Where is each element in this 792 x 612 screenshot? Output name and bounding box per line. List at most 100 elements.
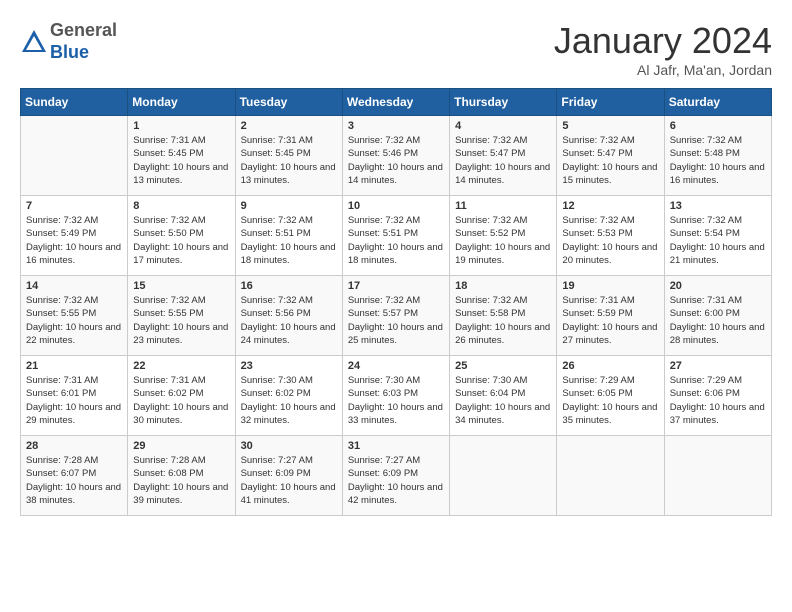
calendar-cell: 4 Sunrise: 7:32 AMSunset: 5:47 PMDaylight… [450,116,557,196]
day-info: Sunrise: 7:28 AMSunset: 6:08 PMDaylight:… [133,454,229,507]
calendar-cell: 7 Sunrise: 7:32 AMSunset: 5:49 PMDaylight… [21,196,128,276]
day-info: Sunrise: 7:31 AMSunset: 5:45 PMDaylight:… [133,134,229,187]
calendar-week-row: 14Sunrise: 7:32 AMSunset: 5:55 PMDayligh… [21,276,772,356]
calendar-week-row: 28 Sunrise: 7:28 AMSunset: 6:07 PMDayligh… [21,436,772,516]
weekday-header: Friday [557,89,664,116]
day-info: Sunrise: 7:32 AMSunset: 5:57 PMDaylight:… [348,294,444,347]
day-number: 30 [241,440,337,452]
calendar-cell [21,116,128,196]
logo: General Blue [20,20,117,63]
calendar-cell: 23 Sunrise: 7:30 AMSunset: 6:02 PMDayligh… [235,356,342,436]
day-info: Sunrise: 7:30 AMSunset: 6:03 PMDaylight:… [348,374,444,427]
logo-icon [20,28,48,56]
calendar-cell: 17 Sunrise: 7:32 AMSunset: 5:57 PMDayligh… [342,276,449,356]
day-number: 15 [133,280,229,292]
calendar-cell: 21Sunrise: 7:31 AMSunset: 6:01 PMDayligh… [21,356,128,436]
day-info: Sunrise: 7:27 AMSunset: 6:09 PMDaylight:… [241,454,337,507]
weekday-row: SundayMondayTuesdayWednesdayThursdayFrid… [21,89,772,116]
day-number: 4 [455,120,551,132]
calendar-table: SundayMondayTuesdayWednesdayThursdayFrid… [20,88,772,516]
calendar-header: SundayMondayTuesdayWednesdayThursdayFrid… [21,89,772,116]
calendar-cell: 12 Sunrise: 7:32 AMSunset: 5:53 PMDayligh… [557,196,664,276]
day-number: 12 [562,200,658,212]
calendar-cell: 26 Sunrise: 7:29 AMSunset: 6:05 PMDayligh… [557,356,664,436]
calendar-cell: 27 Sunrise: 7:29 AMSunset: 6:06 PMDayligh… [664,356,771,436]
calendar-cell [557,436,664,516]
calendar-cell: 1 Sunrise: 7:31 AMSunset: 5:45 PMDaylight… [128,116,235,196]
day-info: Sunrise: 7:32 AMSunset: 5:47 PMDaylight:… [455,134,551,187]
weekday-header: Tuesday [235,89,342,116]
title-block: January 2024 Al Jafr, Ma'an, Jordan [554,20,772,78]
day-info: Sunrise: 7:32 AMSunset: 5:52 PMDaylight:… [455,214,551,267]
weekday-header: Monday [128,89,235,116]
calendar-cell: 15 Sunrise: 7:32 AMSunset: 5:55 PMDayligh… [128,276,235,356]
day-info: Sunrise: 7:29 AMSunset: 6:06 PMDaylight:… [670,374,766,427]
day-info: Sunrise: 7:32 AMSunset: 5:54 PMDaylight:… [670,214,766,267]
weekday-header: Saturday [664,89,771,116]
calendar-cell: 24 Sunrise: 7:30 AMSunset: 6:03 PMDayligh… [342,356,449,436]
calendar-cell: 16 Sunrise: 7:32 AMSunset: 5:56 PMDayligh… [235,276,342,356]
day-number: 24 [348,360,444,372]
day-number: 26 [562,360,658,372]
calendar-cell: 29Sunrise: 7:28 AMSunset: 6:08 PMDayligh… [128,436,235,516]
day-info: Sunrise: 7:30 AMSunset: 6:04 PMDaylight:… [455,374,551,427]
day-info: Sunrise: 7:32 AMSunset: 5:47 PMDaylight:… [562,134,658,187]
day-info: Sunrise: 7:32 AMSunset: 5:55 PMDaylight:… [133,294,229,347]
day-number: 13 [670,200,766,212]
day-number: 7 [26,200,122,212]
day-number: 19 [562,280,658,292]
day-info: Sunrise: 7:31 AMSunset: 6:02 PMDaylight:… [133,374,229,427]
calendar-cell: 25 Sunrise: 7:30 AMSunset: 6:04 PMDayligh… [450,356,557,436]
calendar-cell: 6Sunrise: 7:32 AMSunset: 5:48 PMDaylight… [664,116,771,196]
calendar-cell: 3 Sunrise: 7:32 AMSunset: 5:46 PMDaylight… [342,116,449,196]
day-info: Sunrise: 7:32 AMSunset: 5:56 PMDaylight:… [241,294,337,347]
day-number: 27 [670,360,766,372]
day-number: 23 [241,360,337,372]
day-number: 10 [348,200,444,212]
location: Al Jafr, Ma'an, Jordan [554,62,772,78]
calendar-cell: 10 Sunrise: 7:32 AMSunset: 5:51 PMDayligh… [342,196,449,276]
day-number: 20 [670,280,766,292]
day-number: 2 [241,120,337,132]
calendar-week-row: 1 Sunrise: 7:31 AMSunset: 5:45 PMDaylight… [21,116,772,196]
calendar-cell: 20 Sunrise: 7:31 AMSunset: 6:00 PMDayligh… [664,276,771,356]
day-info: Sunrise: 7:31 AMSunset: 5:45 PMDaylight:… [241,134,337,187]
day-info: Sunrise: 7:29 AMSunset: 6:05 PMDaylight:… [562,374,658,427]
day-info: Sunrise: 7:31 AMSunset: 6:01 PMDaylight:… [26,374,122,427]
calendar-cell: 18Sunrise: 7:32 AMSunset: 5:58 PMDayligh… [450,276,557,356]
day-info: Sunrise: 7:32 AMSunset: 5:49 PMDaylight:… [26,214,122,267]
calendar-week-row: 7 Sunrise: 7:32 AMSunset: 5:49 PMDaylight… [21,196,772,276]
calendar-body: 1 Sunrise: 7:31 AMSunset: 5:45 PMDaylight… [21,116,772,516]
day-info: Sunrise: 7:32 AMSunset: 5:55 PMDaylight:… [26,294,122,347]
day-number: 31 [348,440,444,452]
day-info: Sunrise: 7:32 AMSunset: 5:50 PMDaylight:… [133,214,229,267]
day-number: 16 [241,280,337,292]
weekday-header: Thursday [450,89,557,116]
weekday-header: Sunday [21,89,128,116]
day-info: Sunrise: 7:32 AMSunset: 5:53 PMDaylight:… [562,214,658,267]
day-info: Sunrise: 7:30 AMSunset: 6:02 PMDaylight:… [241,374,337,427]
calendar-cell: 22 Sunrise: 7:31 AMSunset: 6:02 PMDayligh… [128,356,235,436]
weekday-header: Wednesday [342,89,449,116]
day-info: Sunrise: 7:32 AMSunset: 5:51 PMDaylight:… [348,214,444,267]
calendar-cell: 19 Sunrise: 7:31 AMSunset: 5:59 PMDayligh… [557,276,664,356]
day-info: Sunrise: 7:31 AMSunset: 6:00 PMDaylight:… [670,294,766,347]
calendar-cell: 28 Sunrise: 7:28 AMSunset: 6:07 PMDayligh… [21,436,128,516]
month-title: January 2024 [554,20,772,62]
calendar-week-row: 21Sunrise: 7:31 AMSunset: 6:01 PMDayligh… [21,356,772,436]
day-number: 17 [348,280,444,292]
calendar-cell: 13 Sunrise: 7:32 AMSunset: 5:54 PMDayligh… [664,196,771,276]
day-info: Sunrise: 7:32 AMSunset: 5:46 PMDaylight:… [348,134,444,187]
day-number: 25 [455,360,551,372]
day-info: Sunrise: 7:28 AMSunset: 6:07 PMDaylight:… [26,454,122,507]
calendar-cell: 9Sunrise: 7:32 AMSunset: 5:51 PMDaylight… [235,196,342,276]
day-number: 6 [670,120,766,132]
day-number: 1 [133,120,229,132]
day-number: 18 [455,280,551,292]
page-header: General Blue January 2024 Al Jafr, Ma'an… [20,20,772,78]
day-number: 28 [26,440,122,452]
day-info: Sunrise: 7:31 AMSunset: 5:59 PMDaylight:… [562,294,658,347]
day-number: 3 [348,120,444,132]
day-number: 9 [241,200,337,212]
day-number: 22 [133,360,229,372]
